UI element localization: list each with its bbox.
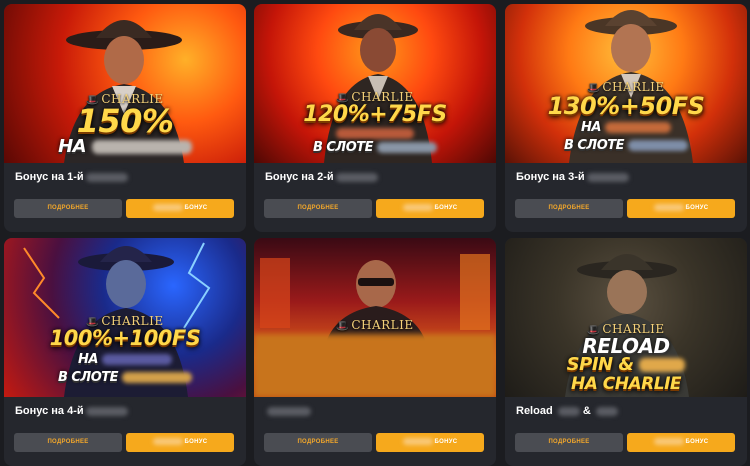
promo-line [254, 126, 496, 141]
bonus-card: 🎩 CHARLIE 130%+50FS НА В СЛОТЕ Бонус на 3… [505, 4, 747, 232]
more-button[interactable]: ПОДРОБНЕЕ [264, 433, 372, 452]
bonus-title: Бонус на 2-й [265, 171, 378, 187]
bonus-banner[interactable]: 🎩 CHARLIE RELOAD SPIN & НА CHARLIE [505, 238, 747, 397]
get-bonus-button[interactable]: БОНУС [627, 433, 735, 452]
bonus-grid: 🎩 CHARLIE 150% НА Бонус на 1-й ПОДРОБНЕЕ … [0, 0, 750, 466]
more-button[interactable]: ПОДРОБНЕЕ [14, 433, 122, 452]
bonus-card: 🎩 CHARLIE RELOAD SPIN & НА CHARLIE Reload… [505, 238, 747, 466]
bonus-title: Бонус на 4-й [15, 405, 128, 421]
bonus-title: Reload & [516, 405, 618, 421]
blurred-promo [254, 334, 496, 397]
bonus-banner[interactable]: 🎩 CHARLIE 150% НА [4, 4, 246, 163]
more-button[interactable]: ПОДРОБНЕЕ [14, 199, 122, 218]
get-bonus-button[interactable]: БОНУС [126, 199, 234, 218]
get-bonus-button[interactable]: БОНУС [126, 433, 234, 452]
bonus-title [265, 405, 311, 421]
promo-main: 120%+75FS [303, 102, 447, 127]
bonus-banner[interactable]: 🎩 CHARLIE 120%+75FS В СЛОТЕ [254, 4, 496, 163]
get-bonus-button[interactable]: БОНУС [627, 199, 735, 218]
promo-line: НА CHARLIE [570, 374, 682, 394]
charlie-logo: 🎩 CHARLIE [336, 318, 414, 332]
promo-line: SPIN & [505, 354, 747, 375]
promo-main: 100%+100FS [49, 326, 201, 350]
bonus-card: 🎩 CHARLIE 150% НА Бонус на 1-й ПОДРОБНЕЕ … [4, 4, 246, 232]
promo-line: НА [505, 120, 747, 135]
more-button[interactable]: ПОДРОБНЕЕ [264, 199, 372, 218]
bonus-title: Бонус на 1-й [15, 171, 128, 187]
bonus-card: 🎩 CHARLIE 100%+100FS НА В СЛОТЕ Бонус на … [4, 238, 246, 466]
promo-line: НА [4, 352, 246, 367]
more-button[interactable]: ПОДРОБНЕЕ [515, 433, 623, 452]
promo-line: НА [4, 136, 246, 157]
promo-line: В СЛОТЕ [4, 370, 246, 385]
bonus-banner[interactable]: 🎩 CHARLIE 130%+50FS НА В СЛОТЕ [505, 4, 747, 163]
get-bonus-button[interactable]: БОНУС [376, 199, 484, 218]
more-button[interactable]: ПОДРОБНЕЕ [515, 199, 623, 218]
promo-line: В СЛОТЕ [254, 140, 496, 155]
bonus-banner[interactable]: 🎩 CHARLIE [254, 238, 496, 397]
bonus-title: Бонус на 3-й [516, 171, 629, 187]
promo-main: 130%+50FS [547, 92, 705, 120]
promo-main: 150% [76, 102, 174, 140]
bonus-card: 🎩 CHARLIE 120%+75FS В СЛОТЕ Бонус на 2-й … [254, 4, 496, 232]
get-bonus-button[interactable]: БОНУС [376, 433, 484, 452]
bonus-banner[interactable]: 🎩 CHARLIE 100%+100FS НА В СЛОТЕ [4, 238, 246, 397]
promo-line: В СЛОТЕ [505, 138, 747, 153]
bonus-card: 🎩 CHARLIE ПОДРОБНЕЕ БОНУС [254, 238, 496, 466]
